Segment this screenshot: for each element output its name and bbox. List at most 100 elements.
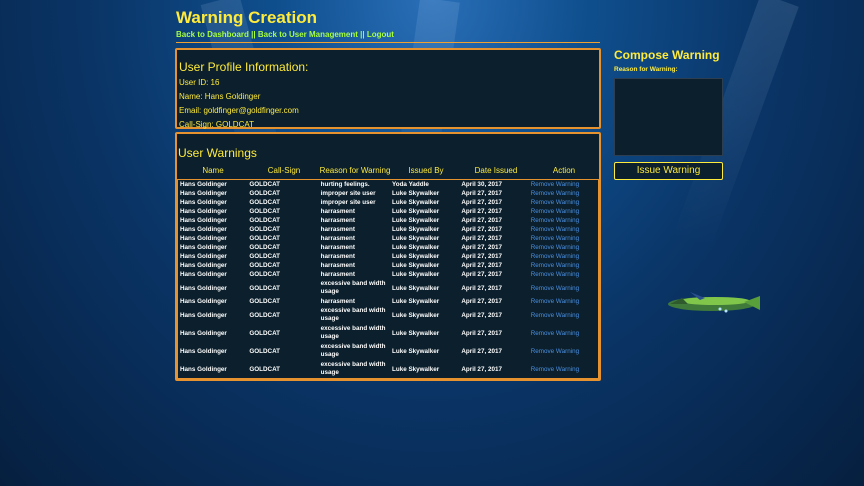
remove-warning-link[interactable]: Remove Warning (529, 199, 598, 206)
cell-callsign: GOLDCAT (249, 347, 281, 355)
cell-callsign: GOLDCAT (249, 226, 281, 233)
cell-reason: harrasment (320, 244, 355, 251)
cell-date-issued: April 27, 2017 (461, 244, 502, 251)
table-row: Hans Goldinger GOLDCAT harrasment Luke Skyw… (178, 207, 598, 216)
nav-links: Back to Dashboard || Back to User Manage… (176, 30, 394, 39)
back-to-dashboard-link[interactable]: Back to Dashboard (176, 30, 249, 39)
cell-reason: harrasment (320, 226, 355, 233)
table-row: Hans Goldinger GOLDCAT hurting feelings. Yo… (178, 180, 598, 189)
remove-warning-link[interactable]: Remove Warning (529, 271, 598, 278)
cell-callsign: GOLDCAT (249, 262, 281, 269)
column-header: Name (202, 166, 224, 175)
remove-warning-link[interactable]: Remove Warning (529, 312, 598, 319)
cell-date-issued: April 27, 2017 (461, 311, 502, 319)
table-row: Hans Goldinger GOLDCAT excessive band widt… (178, 279, 598, 297)
remove-warning-link[interactable]: Remove Warning (529, 181, 598, 188)
page-title: Warning Creation (176, 8, 318, 27)
cell-issued-by: Luke Skywalker (392, 311, 440, 319)
cell-date-issued: April 27, 2017 (461, 235, 502, 242)
cell-name: Hans Goldinger (180, 199, 227, 206)
cell-name: Hans Goldinger (180, 181, 227, 188)
cell-reason: harrasment (320, 262, 355, 269)
nav-divider (176, 42, 600, 43)
nav-separator: || (251, 30, 256, 39)
cell-issued-by: Luke Skywalker (392, 235, 440, 242)
remove-warning-link[interactable]: Remove Warning (529, 235, 598, 242)
cell-issued-by: Luke Skywalker (392, 244, 440, 251)
cell-callsign: GOLDCAT (249, 298, 281, 305)
cell-callsign: GOLDCAT (249, 311, 281, 319)
cell-reason: excessive band width usage (320, 361, 386, 376)
user-warnings-panel: User Warnings Name Call-Sign Reason for … (175, 132, 601, 381)
cell-name: Hans Goldinger (180, 365, 227, 373)
table-row: Hans Goldinger GOLDCAT harrasment Luke Skyw… (178, 261, 598, 270)
remove-warning-link[interactable]: Remove Warning (529, 190, 598, 197)
remove-warning-link[interactable]: Remove Warning (529, 366, 598, 373)
remove-warning-link[interactable]: Remove Warning (529, 226, 598, 233)
cell-issued-by: Luke Skywalker (392, 298, 440, 305)
cell-name: Hans Goldinger (180, 244, 227, 251)
cell-callsign: GOLDCAT (249, 365, 281, 373)
profile-user-id: User ID: 16 (179, 78, 220, 87)
cell-reason: harrasment (320, 298, 355, 305)
column-header: Date Issued (474, 166, 518, 175)
remove-warning-link[interactable]: Remove Warning (529, 253, 598, 260)
cell-callsign: GOLDCAT (249, 284, 281, 292)
table-row: Hans Goldinger GOLDCAT harrasment Luke Skyw… (178, 270, 598, 279)
remove-warning-link[interactable]: Remove Warning (529, 348, 598, 355)
remove-warning-link[interactable]: Remove Warning (529, 244, 598, 251)
remove-warning-link[interactable]: Remove Warning (529, 285, 598, 292)
cell-callsign: GOLDCAT (249, 235, 281, 242)
cell-callsign: GOLDCAT (249, 190, 281, 197)
back-to-user-management-link[interactable]: Back to User Management (258, 30, 358, 39)
cell-name: Hans Goldinger (180, 217, 227, 224)
cell-issued-by: Luke Skywalker (392, 284, 440, 292)
table-row: Hans Goldinger GOLDCAT improper site user L… (178, 189, 598, 198)
remove-warning-link[interactable]: Remove Warning (529, 208, 598, 215)
issue-warning-button[interactable]: Issue Warning (614, 162, 723, 180)
cell-issued-by: Luke Skywalker (392, 199, 440, 206)
nav-separator: || (360, 30, 365, 39)
cell-callsign: GOLDCAT (249, 271, 281, 278)
cell-reason: improper site user (320, 190, 376, 197)
remove-warning-link[interactable]: Remove Warning (529, 298, 598, 305)
cell-date-issued: April 27, 2017 (461, 298, 502, 305)
cell-name: Hans Goldinger (180, 271, 227, 278)
logout-link[interactable]: Logout (367, 30, 394, 39)
table-row: Hans Goldinger GOLDCAT harrasment Luke Skyw… (178, 243, 598, 252)
profile-callsign: Call-Sign: GOLDCAT (179, 120, 254, 129)
cell-reason: harrasment (320, 253, 355, 260)
cell-name: Hans Goldinger (180, 284, 227, 292)
table-row: Hans Goldinger GOLDCAT excessive band widt… (178, 360, 598, 378)
remove-warning-link[interactable]: Remove Warning (529, 330, 598, 337)
remove-warning-link[interactable]: Remove Warning (529, 217, 598, 224)
cell-date-issued: April 27, 2017 (461, 329, 502, 337)
table-row: Hans Goldinger GOLDCAT harrasment Luke Skyw… (178, 234, 598, 243)
table-row: Hans Goldinger GOLDCAT excessive band widt… (178, 306, 598, 324)
cell-reason: hurting feelings. (320, 181, 370, 188)
cell-issued-by: Luke Skywalker (392, 190, 440, 197)
cell-issued-by: Yoda Yaddle (392, 181, 429, 188)
table-row: Hans Goldinger GOLDCAT excessive band widt… (178, 342, 598, 360)
cell-reason: harrasment (320, 271, 355, 278)
table-row: Hans Goldinger GOLDCAT harrasment Luke Skyw… (178, 297, 598, 306)
table-row: Hans Goldinger GOLDCAT harrasment Luke Skyw… (178, 216, 598, 225)
cell-callsign: GOLDCAT (249, 199, 281, 206)
cell-issued-by: Luke Skywalker (392, 262, 440, 269)
remove-warning-link[interactable]: Remove Warning (529, 262, 598, 269)
cell-date-issued: April 27, 2017 (461, 199, 502, 206)
reason-label: Reason for Warning: (614, 66, 678, 73)
column-header: Action (552, 166, 576, 175)
table-row: Hans Goldinger GOLDCAT harrasment Luke Skyw… (178, 252, 598, 261)
cell-issued-by: Luke Skywalker (392, 253, 440, 260)
cell-name: Hans Goldinger (180, 253, 227, 260)
table-row: Hans Goldinger GOLDCAT excessive band widt… (178, 324, 598, 342)
cell-issued-by: Luke Skywalker (392, 365, 440, 373)
cell-date-issued: April 27, 2017 (461, 190, 502, 197)
cell-issued-by: Luke Skywalker (392, 208, 440, 215)
column-header: Reason for Warning (319, 166, 391, 175)
cell-reason: harrasment (320, 208, 355, 215)
reason-textarea[interactable] (614, 78, 723, 156)
cell-name: Hans Goldinger (180, 226, 227, 233)
table-row: Hans Goldinger GOLDCAT harrasment Luke Skyw… (178, 225, 598, 234)
